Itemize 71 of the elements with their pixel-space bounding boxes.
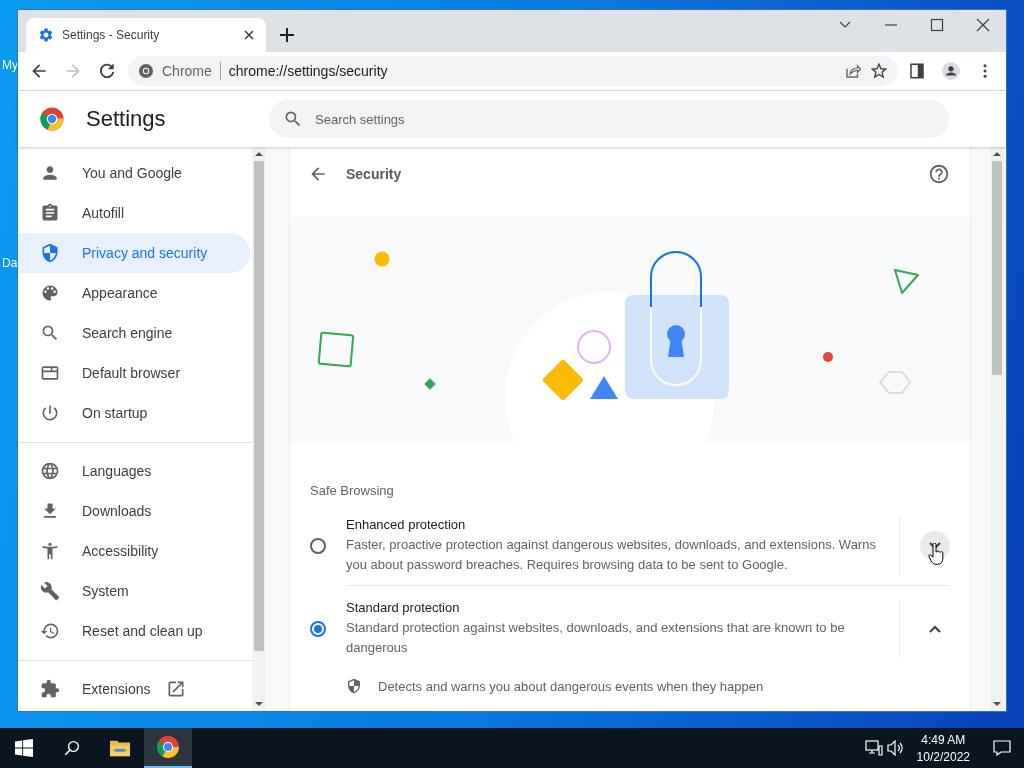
wrench-icon (40, 581, 60, 601)
detail-text: Detects and warns you about dangerous events when they happen (378, 678, 764, 694)
sidebar-item[interactable]: Privacy and security (18, 233, 250, 273)
volume-icon[interactable] (886, 740, 905, 756)
sidebar-item[interactable]: On startup (18, 393, 250, 433)
sidebar-item[interactable]: Default browser (18, 353, 250, 393)
network-icon[interactable] (864, 740, 883, 756)
profile-avatar-icon[interactable] (942, 62, 960, 80)
radio-button[interactable] (310, 538, 326, 554)
clock-time[interactable]: 4:49 AM (921, 732, 966, 747)
settings-title: Settings (86, 106, 167, 132)
folder-icon[interactable] (109, 738, 131, 758)
chrome-logo-icon[interactable] (156, 735, 180, 759)
notification-icon[interactable] (993, 740, 1011, 756)
sidebar-item[interactable]: Search engine (18, 313, 250, 353)
section-heading: Safe Browsing (309, 482, 395, 500)
clipboard-icon (40, 203, 60, 223)
share-icon[interactable] (844, 62, 862, 80)
sidebar-item[interactable]: Appearance (18, 273, 250, 313)
sidebar-item[interactable]: Languages (18, 451, 250, 491)
browser-window-icon (40, 363, 60, 383)
sidebar-item[interactable]: Autofill (18, 193, 250, 233)
puzzle-piece-icon (40, 679, 60, 699)
palette-icon (40, 283, 60, 303)
chrome-logo-icon (138, 63, 154, 79)
option-description: Standard protection against websites, downloads, and extensions that are known to be dangerous (346, 619, 846, 657)
close-icon[interactable] (242, 28, 256, 42)
power-icon (40, 403, 60, 423)
hand-cursor-icon (928, 543, 944, 565)
sidebar-item[interactable]: System (18, 571, 250, 611)
shield-icon (40, 243, 60, 263)
page-title: Security (346, 166, 403, 182)
scroll-down-icon[interactable] (993, 701, 1001, 707)
sidebar-item[interactable]: Reset and clean up (18, 611, 250, 651)
option-title: Enhanced protection (346, 517, 467, 532)
chevron-up-icon (929, 625, 941, 633)
browser-tab[interactable]: Settings - Security (26, 18, 266, 52)
search-field[interactable]: Search settings (269, 100, 949, 138)
star-icon[interactable] (870, 62, 888, 80)
address-bar[interactable]: Chrome chrome://settings/security (128, 56, 898, 86)
radio-button[interactable] (310, 621, 326, 637)
site-label: Chrome (162, 63, 212, 79)
globe-icon (40, 461, 60, 481)
shield-icon (346, 678, 362, 694)
option-description: Faster, proactive protection against dangerous websites, downloads, and extensions. Warns you about password breaches. Requires browsing data to be sent to Google. (346, 536, 877, 574)
help-icon[interactable] (928, 163, 950, 185)
reload-icon[interactable] (97, 61, 117, 81)
sidebar-item[interactable]: You and Google (18, 153, 250, 193)
option-title: Standard protection (346, 600, 461, 615)
url-text: chrome://settings/security (228, 63, 388, 79)
scrollbar[interactable] (252, 147, 266, 711)
search-icon (283, 109, 303, 129)
scroll-down-icon[interactable] (255, 701, 263, 707)
accessibility-icon (40, 541, 60, 561)
sidebar-item[interactable]: Extensions (18, 669, 250, 709)
search-icon (40, 323, 60, 343)
tab-title: Settings - Security (62, 28, 161, 42)
scroll-up-icon[interactable] (255, 151, 263, 157)
maximize-icon[interactable] (930, 18, 944, 32)
history-icon (40, 621, 60, 641)
close-icon[interactable] (976, 18, 990, 32)
windows-start-icon[interactable] (15, 739, 33, 757)
sidebar-item[interactable]: Downloads (18, 491, 250, 531)
gear-icon (38, 27, 54, 43)
scrollbar[interactable] (990, 147, 1004, 711)
clock-date[interactable]: 10/2/2022 (916, 749, 970, 764)
sidebar-item[interactable]: Accessibility (18, 531, 250, 571)
chrome-logo-icon (40, 107, 64, 131)
scroll-up-icon[interactable] (993, 151, 1001, 157)
search-icon[interactable] (63, 739, 81, 757)
side-panel-icon[interactable] (908, 62, 926, 80)
